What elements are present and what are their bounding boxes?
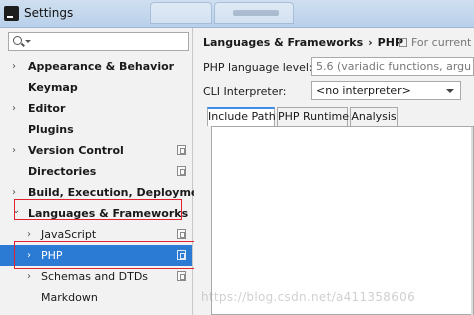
sidebar-item-label: JavaScript [41,228,97,241]
window-titlebar: Settings [0,0,474,28]
php-language-level-label: PHP language level: [203,61,313,74]
sidebar-item-label: Editor [28,102,66,115]
settings-search[interactable] [8,32,189,51]
background-window-tab[interactable] [150,2,212,24]
expand-chevron-right-icon[interactable]: › [27,270,37,283]
breadcrumb-separator: › [368,36,373,49]
project-scope-icon [399,38,407,47]
sidebar-item-label: Appearance & Behavior [28,60,175,73]
search-icon [13,36,22,45]
include-path-panel [211,126,474,315]
sidebar-item-version-control[interactable]: › Version Control [0,140,192,161]
search-input[interactable] [33,34,183,49]
sidebar-item-label: Plugins [28,123,74,136]
sidebar-item-directories[interactable]: Directories [0,161,192,182]
breadcrumb: Languages & Frameworks › PHP [203,36,403,49]
settings-content: Languages & Frameworks › PHP For current p… [194,28,474,315]
chevron-down-icon[interactable] [446,89,454,93]
settings-sidebar: › Appearance & Behavior Keymap › Editor … [0,28,211,315]
cli-interpreter-label: CLI Interpreter: [203,85,287,98]
sidebar-item-markdown[interactable]: Markdown [0,287,192,308]
blurred-tab-text [233,10,279,16]
scrollbar[interactable] [471,127,473,315]
project-scope-icon [177,145,186,155]
project-scope-icon [177,229,186,239]
expand-chevron-right-icon[interactable]: › [12,186,22,199]
project-scope-icon [177,271,186,281]
expand-chevron-right-icon[interactable]: › [12,60,22,73]
sidebar-item-plugins[interactable]: Plugins [0,119,192,140]
tab-include-path[interactable]: Include Path [207,107,276,126]
php-language-level-value: 5.6 (variadic functions, argument [316,60,472,73]
phpstorm-logo-icon [4,6,19,21]
expand-chevron-right-icon[interactable]: › [27,228,37,241]
sidebar-item-schemas-dtds[interactable]: › Schemas and DTDs [0,266,192,287]
window-title: Settings [24,6,74,20]
sidebar-item-label: Schemas and DTDs [41,270,149,283]
sidebar-item-appearance-behavior[interactable]: › Appearance & Behavior [0,56,192,77]
sidebar-item-label: Build, Execution, Deployment [28,186,212,199]
scope-note: For current pr [411,36,474,49]
sidebar-item-keymap[interactable]: Keymap [0,77,192,98]
sidebar-item-label: Keymap [28,81,78,94]
sidebar-item-editor[interactable]: › Editor [0,98,192,119]
background-window-tab[interactable] [214,2,294,24]
expand-chevron-right-icon[interactable]: › [12,102,22,115]
tab-php-runtime[interactable]: PHP Runtime [277,107,349,126]
php-language-level-select[interactable]: 5.6 (variadic functions, argument [311,57,474,76]
cli-interpreter-select[interactable]: <no interpreter> [311,81,461,100]
annotation-box-2 [14,241,197,269]
breadcrumb-parent: Languages & Frameworks [203,36,364,49]
expand-chevron-right-icon[interactable]: › [12,144,22,157]
tab-analysis[interactable]: Analysis [350,107,398,126]
annotation-box-1 [14,199,182,220]
sidebar-item-label: Version Control [28,144,124,157]
sidebar-item-label: Directories [28,165,97,178]
search-options-chevron-down-icon[interactable] [25,40,31,43]
project-scope-icon [177,166,186,176]
sidebar-item-label: Markdown [41,291,98,304]
watermark: https://blog.csdn.net/a411358606 [201,290,416,304]
